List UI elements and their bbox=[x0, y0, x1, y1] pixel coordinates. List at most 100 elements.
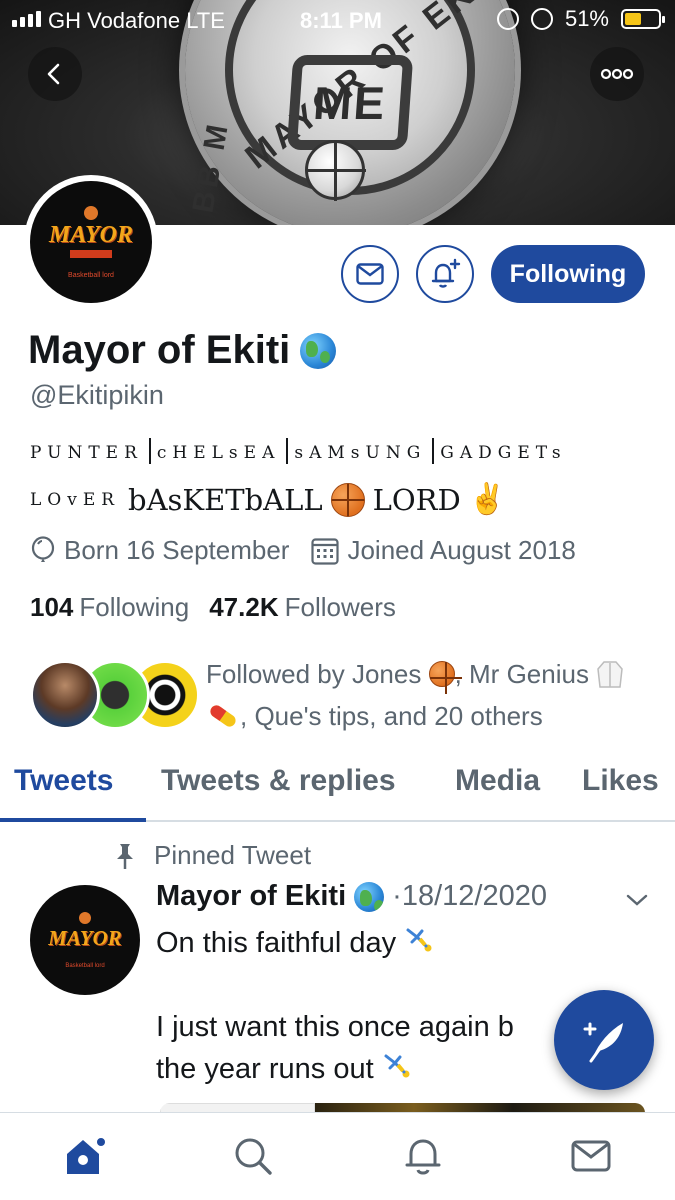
tweet-line-1: On this faithful day bbox=[156, 927, 397, 959]
tweet-options-button[interactable] bbox=[625, 892, 649, 913]
envelope-icon bbox=[571, 1140, 611, 1172]
tweet-line-3: the year runs out bbox=[156, 1053, 374, 1085]
calendar-icon bbox=[311, 537, 340, 565]
tab-media[interactable]: Media bbox=[455, 764, 540, 798]
nav-messages[interactable] bbox=[566, 1131, 616, 1181]
followed-by-suffix: , Que's tips, and 20 others bbox=[240, 701, 543, 731]
following-count-link[interactable]: 104 Following bbox=[30, 592, 189, 623]
carrier-label: GH Vodafone LTE bbox=[48, 8, 225, 33]
lab-coat-emoji-icon bbox=[597, 661, 623, 688]
nav-notifications[interactable] bbox=[398, 1131, 448, 1181]
bio: PUNTER cHELsEA sAMsUNG GADGETs LOvER bAsKET… bbox=[30, 438, 660, 517]
followers-count: 47.2K bbox=[209, 592, 279, 622]
cartwheel-emoji-icon bbox=[384, 1054, 410, 1078]
profile-meta: Born 16 September Joined August 2018 bbox=[30, 535, 598, 566]
bio-line-1: PUNTER cHELsEA sAMsUNG GADGETs bbox=[30, 438, 660, 464]
pin-icon bbox=[117, 843, 133, 869]
avatar-logo-text: MAYOR bbox=[48, 925, 122, 950]
bell-plus-icon bbox=[431, 258, 461, 288]
bio-line-2: LOvER bAsKETbALL LORD ✌ bbox=[30, 482, 660, 517]
tweet-author-name[interactable]: Mayor of Ekiti bbox=[156, 880, 346, 913]
display-name-row: Mayor of Ekiti bbox=[28, 328, 337, 373]
home-icon bbox=[67, 1136, 107, 1174]
following-label: Following bbox=[79, 592, 190, 622]
envelope-icon bbox=[356, 263, 384, 285]
bio-part: sAMsUNG bbox=[294, 443, 427, 463]
chevron-down-icon bbox=[626, 894, 648, 906]
tab-tweets[interactable]: Tweets bbox=[14, 764, 113, 798]
tweet-author-avatar[interactable]: MAYOR Basketball lord bbox=[30, 885, 140, 995]
followed-by-text[interactable]: Followed by Jones , Mr Genius , Que's ti… bbox=[206, 653, 651, 737]
bio-basketball: bAsKETbALL bbox=[128, 482, 323, 517]
feather-plus-icon bbox=[583, 1022, 623, 1063]
followed-by-avatars[interactable] bbox=[30, 660, 200, 732]
avatar-logo-text: MAYOR bbox=[48, 221, 134, 248]
nav-home[interactable] bbox=[60, 1131, 110, 1181]
bio-part: PUNTER bbox=[30, 443, 143, 463]
profile-avatar[interactable]: MAYOR Basketball lord bbox=[24, 175, 158, 309]
more-dots-icon bbox=[600, 68, 634, 80]
status-bar: GH Vodafone LTE 8:11 PM 51% bbox=[0, 0, 675, 40]
avatar-logo-subtitle: Basketball lord bbox=[68, 271, 114, 279]
more-button[interactable] bbox=[590, 47, 644, 101]
followers-label: Followers bbox=[284, 592, 396, 622]
compose-tweet-button[interactable] bbox=[554, 990, 654, 1090]
followers-count-link[interactable]: 47.2K Followers bbox=[209, 592, 396, 623]
bio-lover: LOvER bbox=[30, 489, 121, 510]
balloon-icon bbox=[31, 535, 55, 562]
cartwheel-emoji-icon bbox=[406, 928, 432, 952]
battery-percent: 51% bbox=[564, 6, 609, 31]
avatar bbox=[30, 660, 100, 730]
globe-emoji-icon bbox=[300, 332, 337, 369]
joined-item: Joined August 2018 bbox=[311, 535, 576, 566]
alarm-icon bbox=[530, 8, 553, 30]
followed-by-prefix: Followed by Jones bbox=[206, 659, 422, 689]
tweet-date: ·18/12/2020 bbox=[392, 880, 547, 912]
followed-by-mid: , Mr Genius bbox=[454, 659, 589, 689]
birthday-text: Born 16 September bbox=[64, 535, 290, 565]
bio-lord: LORD bbox=[372, 482, 461, 517]
follow-counts: 104 Following 47.2K Followers bbox=[30, 592, 396, 623]
pill-emoji-icon bbox=[210, 705, 236, 727]
bottom-navigation bbox=[0, 1112, 675, 1200]
nav-search[interactable] bbox=[228, 1131, 278, 1181]
bio-part: cHELsEA bbox=[156, 443, 281, 463]
signal-icon bbox=[12, 11, 41, 27]
pinned-label: Pinned Tweet bbox=[154, 840, 312, 870]
bio-separator bbox=[432, 438, 435, 464]
basketball-emoji-icon bbox=[330, 482, 365, 517]
following-button[interactable]: Following bbox=[491, 245, 645, 303]
handle: @Ekitipikin bbox=[30, 380, 164, 410]
seal-basketball bbox=[305, 140, 366, 201]
joined-text: Joined August 2018 bbox=[347, 535, 576, 565]
display-name: Mayor of Ekiti bbox=[28, 328, 291, 372]
pinned-label-row: Pinned Tweet bbox=[112, 840, 311, 871]
avatar-logo-subtitle: Basketball lord bbox=[65, 962, 105, 969]
clock: 8:11 PM bbox=[300, 8, 382, 33]
back-button[interactable] bbox=[28, 47, 82, 101]
basketball-emoji-icon bbox=[428, 661, 462, 694]
avatar-logo: MAYOR Basketball lord bbox=[30, 181, 152, 303]
active-tab-indicator bbox=[0, 818, 146, 822]
victory-hand-emoji: ✌ bbox=[468, 482, 507, 517]
logo-ball-icon bbox=[84, 205, 98, 220]
logo-ball-icon bbox=[79, 911, 91, 924]
tab-tweets-replies[interactable]: Tweets & replies bbox=[161, 764, 396, 798]
bell-icon bbox=[405, 1139, 441, 1175]
bio-separator bbox=[286, 438, 289, 464]
tab-likes[interactable]: Likes bbox=[582, 764, 659, 798]
message-button[interactable] bbox=[341, 245, 399, 303]
orientation-lock-icon bbox=[496, 8, 519, 30]
following-count: 104 bbox=[30, 592, 74, 622]
profile-tabs: Tweets Tweets & replies Media Likes bbox=[0, 750, 675, 822]
globe-emoji-icon bbox=[354, 881, 385, 912]
seal-monogram: ME bbox=[286, 55, 414, 150]
notify-button[interactable] bbox=[416, 245, 474, 303]
bio-separator bbox=[148, 438, 151, 464]
birthday-item: Born 16 September bbox=[30, 535, 289, 566]
battery-icon bbox=[621, 9, 665, 29]
tweet-header: Mayor of Ekiti ·18/12/2020 bbox=[156, 880, 547, 913]
chevron-left-icon bbox=[47, 63, 60, 85]
search-icon bbox=[235, 1138, 272, 1175]
logo-ribbon bbox=[70, 249, 112, 258]
